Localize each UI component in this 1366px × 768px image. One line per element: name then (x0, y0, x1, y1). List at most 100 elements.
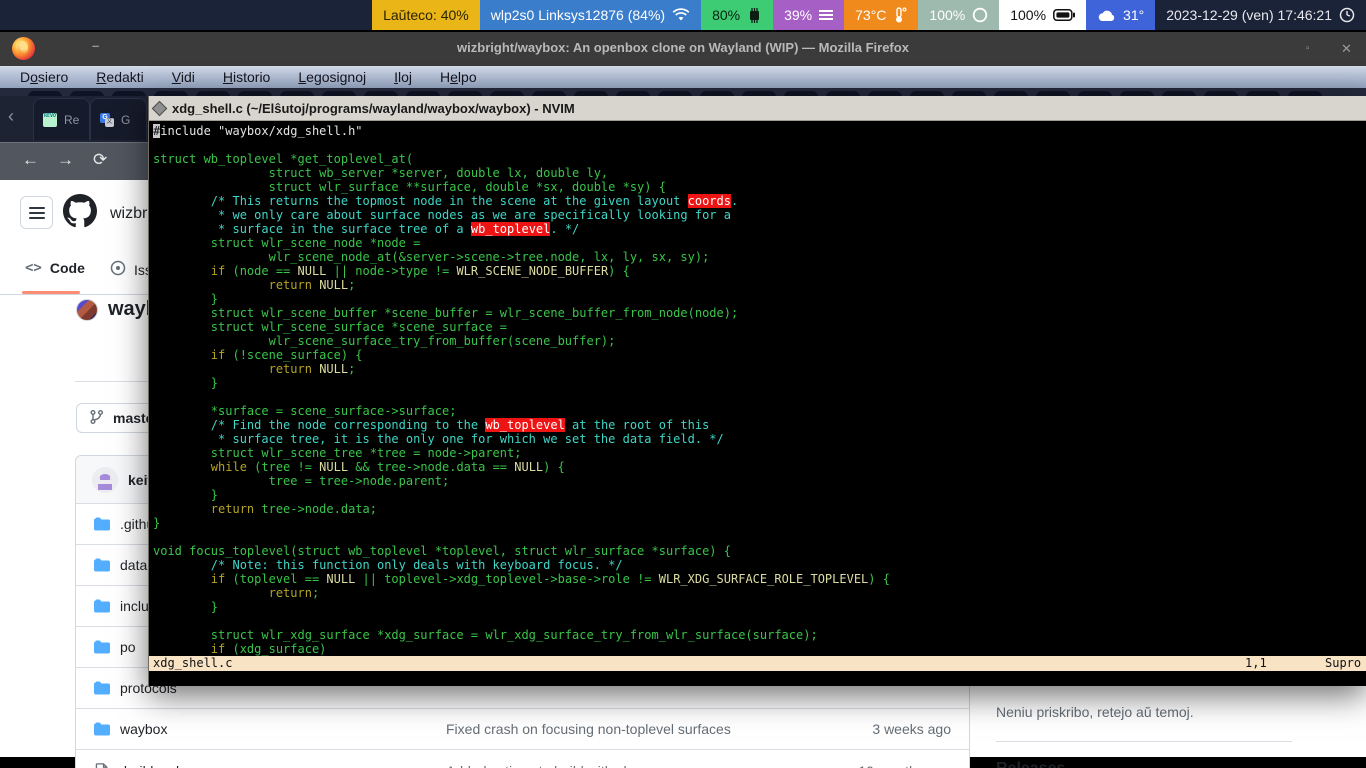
weather-indicator[interactable]: 31° (1086, 0, 1155, 30)
menu-item[interactable]: Dosiero (10, 69, 78, 85)
code-line: tree = tree->node.parent; (153, 474, 890, 488)
code-line: struct wlr_scene_tree *tree = node->pare… (153, 446, 890, 460)
hamburger-menu-button[interactable] (20, 196, 53, 229)
code-line: struct wlr_surface **surface, double *sx… (153, 180, 890, 194)
browser-tab[interactable]: REVORe (33, 98, 90, 140)
code-line: wlr_scene_node_at(&server->scene->tree.n… (153, 250, 890, 264)
file-row[interactable]: waybox Fixed crash on focusing non-toplev… (76, 709, 969, 750)
network-label: wlp2s0 Linksys12876 (84%) (491, 7, 665, 23)
code-line: struct wlr_scene_buffer *scene_buffer = … (153, 306, 890, 320)
file-name[interactable]: data (120, 557, 147, 573)
desktop: Laŭteco: 40% wlp2s0 Linksys12876 (84%) 8… (0, 0, 1366, 768)
folder-icon (94, 598, 110, 614)
cpu-label: 39% (784, 7, 812, 23)
disk-indicator[interactable]: 100% (918, 0, 999, 30)
menu-item[interactable]: Redakti (86, 69, 153, 85)
folder-icon (94, 639, 110, 655)
window-title: wizbright/waybox: An openbox clone on Wa… (0, 40, 1366, 55)
code-line: } (153, 376, 890, 390)
file-name[interactable]: waybox (120, 721, 167, 737)
code-line: * we only care about surface nodes as we… (153, 208, 890, 222)
code-line: * surface in the surface tree of a wb_to… (153, 222, 890, 236)
commit-message[interactable]: Added actions to build with clang (446, 763, 831, 768)
network-indicator[interactable]: wlp2s0 Linksys12876 (84%) (480, 0, 701, 30)
memory-label: 80% (712, 7, 740, 23)
translate-favicon-icon: G文 (100, 113, 114, 127)
code-line: return; (153, 586, 890, 600)
folder-icon (94, 680, 110, 696)
menu-item[interactable]: Iloj (384, 69, 422, 85)
code-line: if (xdg_surface) (153, 642, 890, 656)
code-line (153, 530, 890, 544)
file-row[interactable]: .build.yml Added actions to build with cl… (76, 750, 969, 768)
battery-indicator[interactable]: 100% (999, 0, 1086, 30)
branch-icon (89, 409, 105, 428)
code-line: } (153, 516, 890, 530)
menu-item[interactable]: Helpo (430, 69, 487, 85)
issue-icon (110, 260, 126, 279)
code-area: #include "waybox/xdg_shell.h" struct wb_… (153, 124, 890, 656)
code-line: return NULL; (153, 278, 890, 292)
code-line (153, 138, 890, 152)
github-logo-icon[interactable] (63, 194, 97, 233)
back-button[interactable]: ← (22, 150, 39, 170)
code-line: /* Find the node corresponding to the wb… (153, 418, 890, 432)
nvim-titlebar[interactable]: xdg_shell.c (~/Elŝutoj/programs/wayland/… (149, 96, 1366, 121)
statusline-cursor-position: 1,1 (1245, 656, 1267, 671)
terminal-screen[interactable]: #include "waybox/xdg_shell.h" struct wb_… (149, 121, 1366, 686)
commit-age: 3 weeks ago (831, 721, 969, 737)
volume-indicator[interactable]: Laŭteco: 40% (372, 0, 480, 30)
repo-owner-avatar[interactable] (76, 299, 98, 321)
close-button[interactable]: ✕ (1341, 41, 1352, 57)
file-icon (94, 763, 110, 768)
menu-item[interactable]: Historio (213, 69, 280, 85)
code-line: return tree->node.data; (153, 502, 890, 516)
code-line: struct wb_toplevel *get_toplevel_at( (153, 152, 890, 166)
firefox-titlebar[interactable]: – wizbright/waybox: An openbox clone on … (0, 32, 1366, 66)
code-line (153, 390, 890, 404)
temperature-label: 73°C (855, 7, 886, 23)
memory-indicator[interactable]: 80% (701, 0, 773, 30)
folder-icon (94, 557, 110, 573)
code-line: void focus_toplevel(struct wb_toplevel *… (153, 544, 890, 558)
menu-item[interactable]: Legosignoj (288, 69, 376, 85)
code-line: if (toplevel == NULL || toplevel->xdg_to… (153, 572, 890, 586)
battery-icon (1053, 9, 1075, 21)
menu-item[interactable]: Vidi (162, 69, 205, 85)
committer-avatar[interactable] (92, 467, 118, 493)
code-line: return NULL; (153, 362, 890, 376)
code-line: if (node == NULL || node->type != WLR_SC… (153, 264, 890, 278)
circle-icon (972, 7, 988, 23)
nvim-window-title: xdg_shell.c (~/Elŝutoj/programs/wayland/… (172, 101, 575, 116)
code-line: struct wlr_scene_node *node = (153, 236, 890, 250)
vim-icon (152, 100, 168, 116)
file-name[interactable]: .build.yml (120, 763, 179, 768)
forward-button[interactable]: → (57, 150, 74, 170)
tab-scroll-left-icon[interactable]: ‹ (8, 106, 14, 127)
code-line: struct wlr_scene_surface *scene_surface … (153, 320, 890, 334)
code-line: } (153, 488, 890, 502)
maximize-button[interactable]: ▫ (1306, 43, 1310, 54)
clock-indicator[interactable]: 2023-12-29 (ven) 17:46:21 (1155, 0, 1366, 30)
chip-icon (747, 8, 762, 23)
tab-label: Re (64, 113, 79, 127)
clock-label: 2023-12-29 (ven) 17:46:21 (1166, 7, 1332, 23)
tab-tops-strip (0, 88, 1366, 96)
divider (996, 741, 1292, 742)
code-line: if (!scene_surface) { (153, 348, 890, 362)
cpu-indicator[interactable]: 39% (773, 0, 844, 30)
browser-tab[interactable]: G文G (90, 98, 147, 140)
releases-heading[interactable]: Releases (996, 760, 1065, 768)
file-name[interactable]: po (120, 639, 136, 655)
bars-icon (819, 9, 833, 21)
tab-code[interactable]: <> Code (25, 260, 85, 276)
commit-message[interactable]: Fixed crash on focusing non-toplevel sur… (446, 721, 831, 737)
battery-label: 100% (1010, 7, 1046, 23)
reload-button[interactable]: ⟳ (93, 150, 107, 170)
code-line: } (153, 292, 890, 306)
code-line: /* This returns the topmost node in the … (153, 194, 890, 208)
nvim-terminal-window[interactable]: xdg_shell.c (~/Elŝutoj/programs/wayland/… (148, 96, 1366, 686)
code-icon: <> (25, 260, 42, 276)
temperature-indicator[interactable]: 73°C (844, 0, 918, 30)
folder-icon (94, 516, 110, 532)
